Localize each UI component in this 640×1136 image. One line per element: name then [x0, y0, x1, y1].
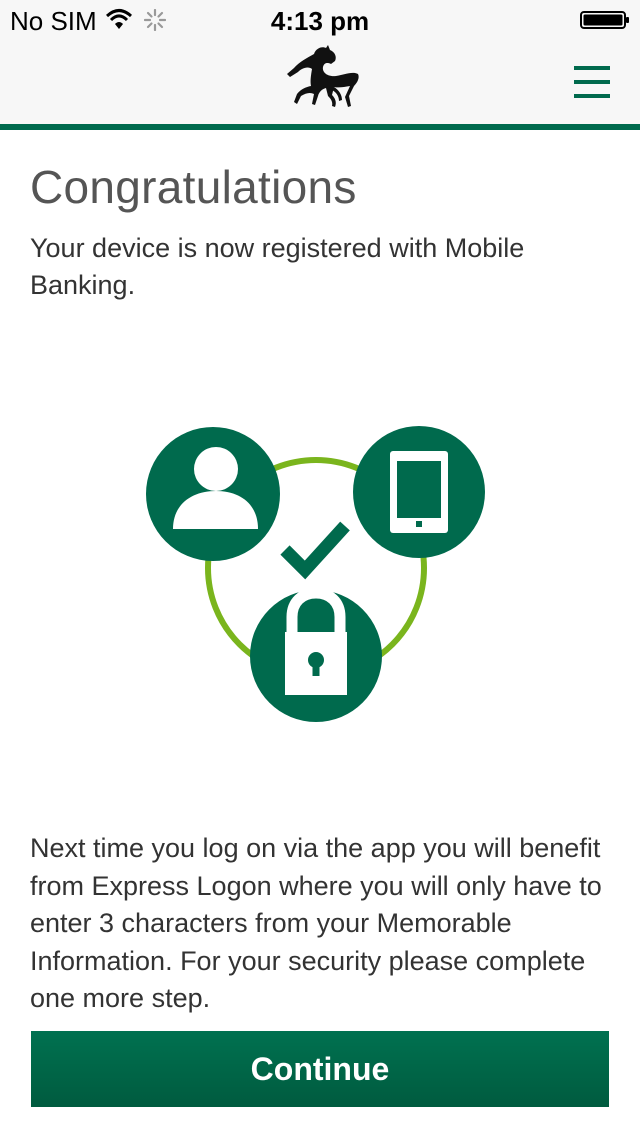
mobile-phone-icon	[353, 426, 485, 558]
continue-button[interactable]: Continue	[31, 1031, 609, 1107]
registration-message: Your device is now registered with Mobil…	[30, 233, 525, 300]
page-title: Congratulations	[30, 161, 357, 213]
header-divider	[0, 124, 640, 130]
padlock-icon	[250, 587, 382, 722]
person-icon	[146, 427, 280, 561]
battery-icon	[580, 11, 629, 29]
registration-illustration	[146, 426, 485, 722]
status-bar: No SIM 4:13 pm	[0, 0, 640, 40]
black-horse-logo-icon	[287, 45, 359, 107]
hamburger-menu-icon[interactable]	[574, 66, 610, 98]
checkmark-icon	[280, 521, 350, 580]
express-logon-info: Next time you log on via the app you wil…	[30, 833, 602, 1013]
status-time: 4:13 pm	[270, 6, 370, 36]
